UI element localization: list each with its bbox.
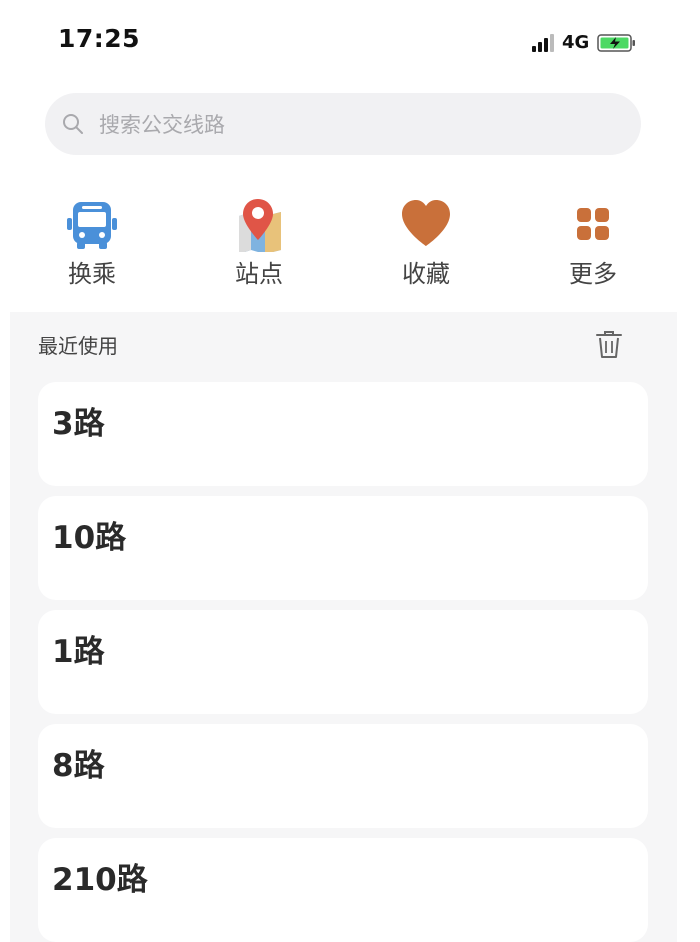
- nav-more[interactable]: 更多: [533, 190, 653, 300]
- route-card[interactable]: 8路: [38, 724, 648, 828]
- nav-label: 站点: [235, 260, 283, 288]
- search-input[interactable]: 搜索公交线路: [45, 93, 641, 155]
- route-name: 210路: [52, 862, 148, 898]
- route-card[interactable]: 10路: [38, 496, 648, 600]
- nav-label: 收藏: [402, 260, 450, 288]
- recent-panel: 最近使用 3路 10路 1路 8路 210路: [10, 312, 677, 942]
- route-name: 8路: [52, 748, 105, 784]
- network-type: 4G: [562, 31, 590, 53]
- nav-label: 换乘: [68, 260, 116, 288]
- signal-icon: [532, 32, 554, 52]
- quick-nav: 换乘 站点 收藏 更多: [0, 190, 700, 300]
- nav-favorites[interactable]: 收藏: [366, 190, 486, 300]
- bus-icon: [67, 202, 117, 249]
- battery-icon: [597, 33, 636, 52]
- search-placeholder: 搜索公交线路: [99, 113, 225, 137]
- route-card[interactable]: 1路: [38, 610, 648, 714]
- route-name: 3路: [52, 406, 105, 442]
- heart-icon: [402, 200, 450, 246]
- status-bar: 17:25 4G: [0, 0, 700, 80]
- nav-label: 更多: [569, 260, 617, 288]
- route-card[interactable]: 210路: [38, 838, 648, 942]
- route-card[interactable]: 3路: [38, 382, 648, 486]
- map-pin-icon: [239, 199, 281, 252]
- route-name: 10路: [52, 520, 127, 556]
- status-indicators: 4G: [532, 30, 636, 54]
- nav-station[interactable]: 站点: [199, 190, 319, 300]
- trash-icon[interactable]: [594, 328, 624, 360]
- grid-icon: [577, 208, 609, 240]
- recent-title: 最近使用: [38, 334, 118, 358]
- status-time: 17:25: [58, 24, 141, 53]
- route-name: 1路: [52, 634, 105, 670]
- search-icon: [63, 114, 83, 134]
- nav-transfer[interactable]: 换乘: [32, 190, 152, 300]
